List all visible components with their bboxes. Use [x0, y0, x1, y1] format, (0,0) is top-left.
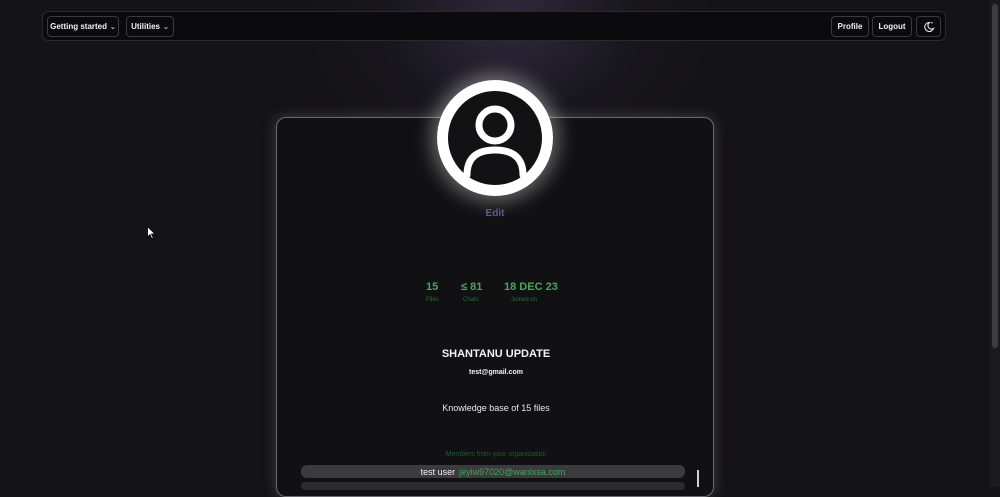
stat-chats-value: ≤ 81	[461, 281, 483, 293]
stat-joined-label: Joined on	[511, 297, 538, 303]
members-heading: Members from your organization	[445, 451, 547, 458]
utilities-label: Utilities	[131, 22, 161, 31]
knowledge-base-text: Knowledge base of 15 files	[442, 403, 550, 413]
profile-email: test@gmail.com	[469, 369, 523, 376]
member-email: jeyiw97020@wanlxsa.com	[459, 466, 566, 477]
stat-joined-value: 18 DEC 23	[504, 281, 558, 293]
top-navbar: Getting started ⌄ Utilities ⌄ Profile Lo…	[42, 11, 946, 41]
stat-files-value: 15	[426, 281, 439, 293]
member-list-item[interactable]	[301, 482, 685, 490]
chevron-down-icon: ⌄	[163, 23, 169, 31]
theme-toggle-button[interactable]	[916, 16, 941, 37]
logout-label: Logout	[878, 22, 906, 31]
logout-button[interactable]: Logout	[872, 16, 912, 37]
profile-button[interactable]: Profile	[831, 16, 869, 37]
getting-started-label: Getting started	[50, 22, 108, 31]
avatar[interactable]	[437, 80, 553, 196]
moon-sun-icon	[923, 21, 935, 32]
stat-chats-label: Chats	[463, 297, 479, 303]
user-avatar-icon	[437, 80, 553, 196]
scrollbar-thumb[interactable]	[992, 4, 998, 348]
chevron-down-icon: ⌄	[110, 23, 116, 31]
member-name: test user	[420, 466, 456, 477]
utilities-menu[interactable]: Utilities ⌄	[126, 16, 174, 37]
profile-label: Profile	[837, 22, 863, 31]
page-scrollbar[interactable]	[990, 0, 1000, 487]
members-scrollbar[interactable]	[697, 470, 699, 487]
edit-profile-link[interactable]: Edit	[470, 208, 520, 219]
mouse-cursor-icon	[147, 226, 156, 240]
stat-files-label: Files	[426, 297, 439, 303]
getting-started-menu[interactable]: Getting started ⌄	[47, 16, 119, 37]
member-list-item[interactable]: test user jeyiw97020@wanlxsa.com	[301, 465, 685, 478]
profile-name: SHANTANU UPDATE	[441, 348, 551, 360]
